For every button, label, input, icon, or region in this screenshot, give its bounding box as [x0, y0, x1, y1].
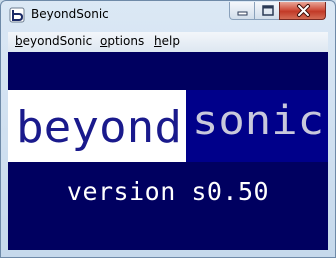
menu-options[interactable]: options — [100, 34, 144, 48]
logo-text-beyond: beyond — [16, 102, 182, 153]
title-bar[interactable]: BeyondSonic — [1, 1, 335, 29]
maximize-icon — [262, 5, 274, 16]
minimize-icon — [237, 11, 248, 16]
logo-text-sonic: sonic — [192, 98, 324, 144]
window-title: BeyondSonic — [31, 7, 109, 21]
menu-help[interactable]: help — [154, 34, 180, 48]
minimize-button[interactable] — [229, 2, 255, 20]
close-icon — [297, 4, 310, 17]
splash-screen: beyond sonic version s0.50 — [8, 52, 328, 250]
menu-bar: beyondSonic options help — [8, 32, 328, 53]
app-icon — [9, 7, 25, 23]
maximize-button[interactable] — [254, 2, 280, 20]
app-window: BeyondSonic beyondSonic options help bey… — [0, 0, 336, 258]
version-label: version s0.50 — [66, 177, 270, 206]
beyondsonic-logo: beyond sonic — [8, 90, 328, 162]
menu-beyondsonic[interactable]: beyondSonic — [15, 34, 92, 48]
close-button[interactable] — [279, 2, 326, 20]
